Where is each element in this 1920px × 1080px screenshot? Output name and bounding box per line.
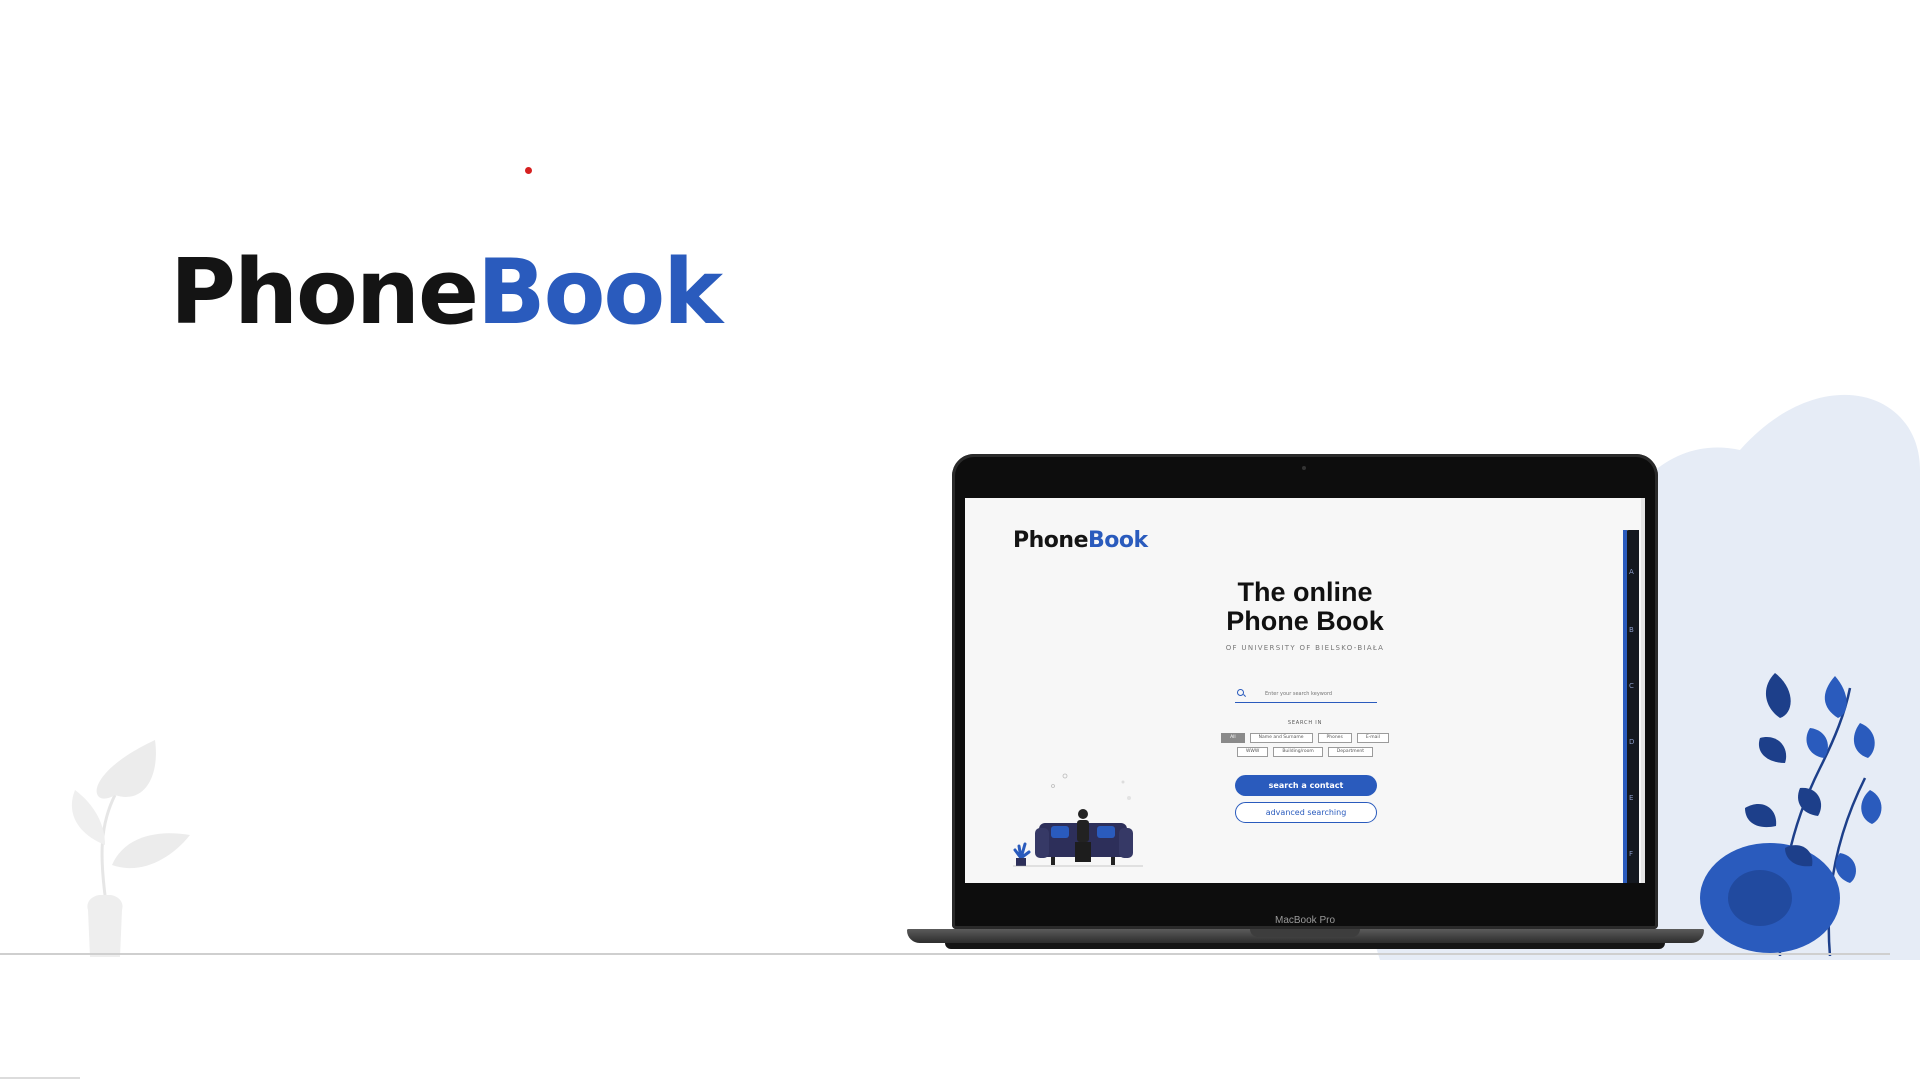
alphabet-letter[interactable]: F [1629,850,1633,858]
screen-logo-book: Book [1087,528,1148,553]
search-field[interactable] [1235,688,1377,703]
filter-chip-email[interactable]: E-mail [1356,733,1389,743]
alphabet-letter[interactable]: E [1629,794,1633,802]
alphabet-accent [1623,530,1627,883]
alphabet-letter[interactable]: B [1629,626,1634,634]
laptop-notch [1250,929,1360,937]
blue-plant-illustration [1700,673,1882,956]
laptop-screen: PhoneBook The online Phone Book OF UNIVE… [965,498,1645,883]
alphabet-letter[interactable]: A [1629,568,1634,576]
alphabet-letter[interactable]: D [1629,738,1634,746]
search-contact-button[interactable]: search a contact [1235,775,1377,796]
logo-text-phone: Phone [170,240,479,345]
red-dot-decoration [525,167,532,174]
search-input[interactable] [1265,688,1375,700]
filter-chip-all[interactable]: All [1221,733,1245,743]
screen-title-line2: Phone Book [1226,606,1384,636]
filter-chip-name-surname[interactable]: Name and Surname [1249,733,1313,743]
screen-title: The online Phone Book [965,578,1645,636]
floor-line [0,953,1890,955]
search-icon [1237,689,1244,696]
screen-title-line1: The online [1237,577,1373,607]
screen-subtitle: OF UNIVERSITY OF BIELSKO-BIAŁA [1225,644,1385,652]
filter-chip-phones[interactable]: Phones [1317,733,1352,743]
screen-logo[interactable]: PhoneBook [1013,528,1148,553]
filter-chip-building-room[interactable]: Building/room [1273,747,1323,757]
floor-line-small [0,1077,80,1079]
laptop-foot [945,943,1665,949]
laptop-brand-label: MacBook Pro [1274,915,1336,926]
screen-logo-phone: Phone [1013,528,1088,553]
logo-text-book: Book [476,240,723,345]
alphabet-sidebar: A B C D E F [1623,530,1639,883]
alphabet-letter[interactable]: C [1629,682,1634,690]
laptop-camera [1302,466,1306,470]
search-in-label: SEARCH IN [1287,720,1323,726]
phonebook-logo: PhoneBook [170,248,723,338]
filter-chip-department[interactable]: Department [1327,747,1373,757]
filter-row-2: WWW Building/room Department [965,747,1645,757]
advanced-searching-button[interactable]: advanced searching [1235,802,1377,823]
sofa-person-illustration [1013,773,1143,867]
filter-chip-www[interactable]: WWW [1236,747,1269,757]
screen-scrollbar[interactable] [1641,498,1645,883]
vase-plant-illustration [71,740,190,957]
filter-row-1: All Name and Surname Phones E-mail [965,733,1645,743]
